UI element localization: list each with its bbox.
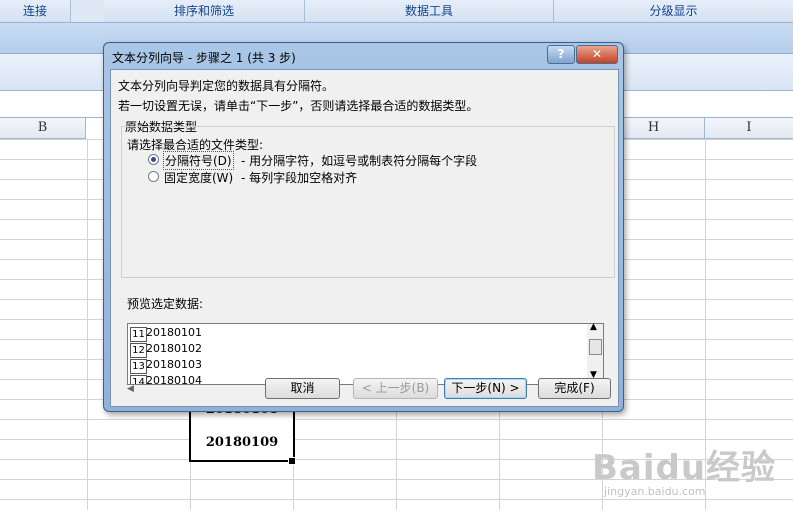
dialog-body: 文本分列向导判定您的数据具有分隔符。 若一切设置无误，请单击“下一步”，否则请选…	[110, 69, 619, 407]
ribbon-group-data-tools[interactable]: 数据工具	[305, 0, 554, 22]
intro-text: 若一切设置无误，请单击“下一步”，否则请选择最合适的数据类型。	[118, 99, 479, 113]
intro-text: 文本分列向导判定您的数据具有分隔符。	[118, 79, 335, 93]
preview-row-value: 20180104	[146, 374, 202, 385]
preview-row-value: 20180103	[146, 358, 202, 371]
finish-button[interactable]: 完成(F)	[538, 378, 611, 399]
cell-value[interactable]: 20180109	[191, 435, 293, 450]
preview-vertical-scrollbar[interactable]: ▲ ▼	[587, 322, 604, 385]
dialog-title: 文本分列向导 - 步骤之 1 (共 3 步)	[112, 51, 296, 65]
column-header-b[interactable]: B	[0, 118, 86, 139]
dialog-titlebar[interactable]: 文本分列向导 - 步骤之 1 (共 3 步) ? ✕	[104, 43, 623, 69]
radio-delimited[interactable]	[148, 154, 159, 165]
option-fixed-width-desc: - 每列字段加空格对齐	[241, 171, 358, 185]
scroll-up-icon[interactable]: ▲	[590, 322, 597, 332]
cancel-button[interactable]: 取消	[265, 378, 340, 399]
ribbon-group-bar: 连接 排序和筛选 数据工具 分级显示	[0, 0, 793, 23]
preview-area[interactable]: 11 20180101 12 20180102 13 20180103 14 2…	[127, 323, 589, 385]
preview-row: 13 20180103	[128, 357, 568, 374]
preview-row: 12 20180102	[128, 341, 568, 358]
help-button[interactable]: ?	[547, 45, 575, 64]
preview-row-number: 13	[130, 359, 147, 374]
preview-label: 预览选定数据:	[127, 297, 204, 311]
preview-row-value: 20180101	[146, 326, 202, 339]
watermark: Baidu经验 jingyan.baidu.com	[592, 440, 776, 498]
preview-row-number: 11	[130, 327, 147, 342]
preview-row: 11 20180101	[128, 325, 568, 342]
option-delimited-label[interactable]: 分隔符号(D)	[163, 151, 234, 170]
back-button[interactable]: < 上一步(B)	[353, 378, 438, 399]
option-fixed-width-label[interactable]: 固定宽度(W)	[164, 169, 233, 186]
scroll-thumb[interactable]	[589, 339, 602, 355]
next-button[interactable]: 下一步(N) >	[444, 378, 527, 399]
text-to-columns-dialog: 文本分列向导 - 步骤之 1 (共 3 步) ? ✕ 文本分列向导判定您的数据具…	[103, 42, 624, 412]
preview-row-value: 20180102	[146, 342, 202, 355]
fill-handle[interactable]	[288, 457, 296, 465]
watermark-logo: Baidu经验	[592, 448, 777, 488]
ribbon-group-sort-filter[interactable]: 排序和筛选	[104, 0, 305, 22]
preview-row-number: 12	[130, 343, 147, 358]
radio-fixed-width[interactable]	[148, 171, 159, 182]
option-delimited-desc: - 用分隔字符，如逗号或制表符分隔每个字段	[241, 154, 478, 168]
ribbon-group-outline[interactable]: 分级显示	[554, 0, 793, 22]
close-button[interactable]: ✕	[576, 45, 618, 64]
scroll-left-icon[interactable]: ◀	[127, 384, 134, 394]
ribbon-group-connections[interactable]: 连接	[0, 0, 71, 22]
column-header-i[interactable]: I	[705, 118, 793, 139]
